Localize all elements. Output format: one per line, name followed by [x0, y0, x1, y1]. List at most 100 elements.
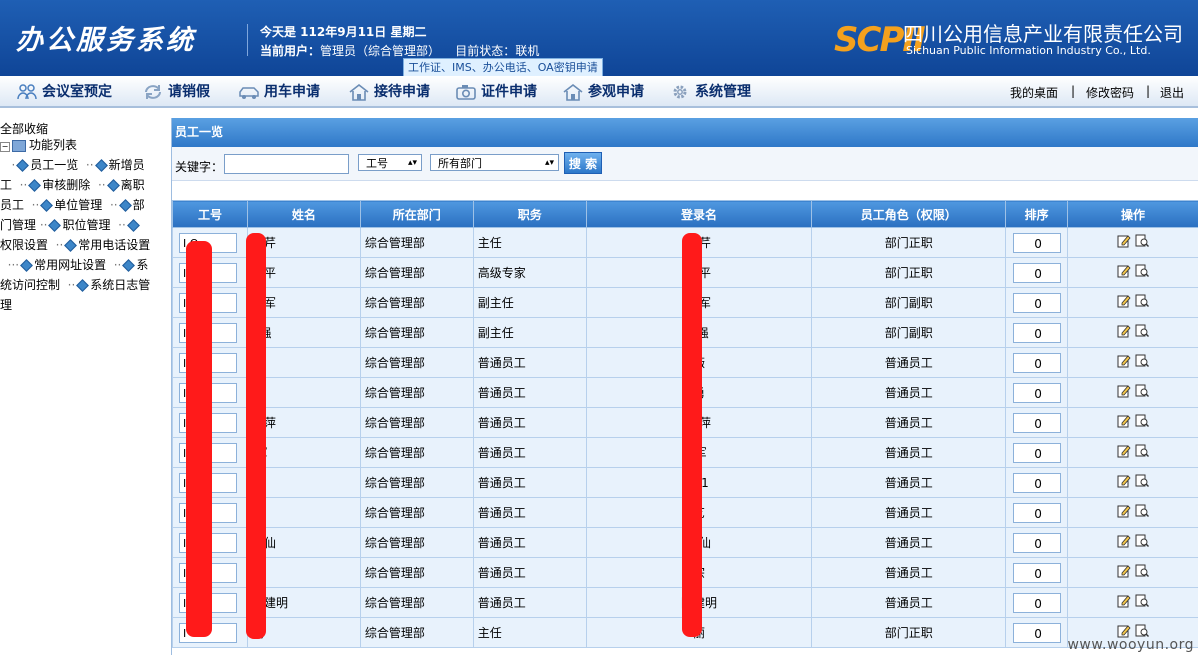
- edit-icon[interactable]: [1117, 624, 1131, 638]
- tree-collapse-all[interactable]: 全部收缩: [0, 120, 48, 137]
- department-select-value: 所有部门: [438, 157, 482, 170]
- employee-department: 综合管理部: [364, 536, 425, 550]
- sort-order-input[interactable]: 0: [1012, 352, 1061, 373]
- edit-icon[interactable]: [1117, 354, 1131, 368]
- tree-item-department-cont[interactable]: 门管理: [0, 218, 36, 232]
- sort-cell: 0: [1005, 617, 1069, 648]
- tree-connector: ··: [48, 238, 64, 252]
- diamond-icon: [106, 178, 120, 192]
- edit-icon[interactable]: [1117, 234, 1131, 248]
- tree-item-url-settings[interactable]: 常用网址设置: [34, 258, 106, 272]
- col-header-title[interactable]: 职务: [472, 200, 587, 228]
- tree-root[interactable]: − 功能列表: [0, 136, 77, 153]
- tree-item-permission-settings[interactable]: 权限设置: [0, 238, 48, 252]
- col-header-login[interactable]: 登录名: [585, 200, 813, 228]
- view-icon[interactable]: [1135, 354, 1150, 368]
- view-icon[interactable]: [1135, 414, 1150, 428]
- diamond-icon: [40, 198, 54, 212]
- tree-item-system[interactable]: 系: [136, 258, 148, 272]
- view-icon[interactable]: [1135, 324, 1150, 338]
- edit-icon[interactable]: [1117, 474, 1131, 488]
- nav-vehicle[interactable]: 用车申请: [238, 81, 320, 103]
- view-icon[interactable]: [1135, 504, 1150, 518]
- view-icon[interactable]: [1135, 534, 1150, 548]
- employee-department: 综合管理部: [364, 236, 425, 250]
- view-icon[interactable]: [1135, 564, 1150, 578]
- actions-cell: [1067, 287, 1198, 318]
- tree-item-review-delete[interactable]: 审核删除: [42, 178, 90, 192]
- role-cell: 部门正职: [811, 227, 1007, 258]
- keyword-input[interactable]: [224, 154, 349, 174]
- view-icon[interactable]: [1135, 264, 1150, 278]
- tree-item-add-employee[interactable]: 新增员: [109, 158, 145, 172]
- notice-link[interactable]: 工作证、IMS、办公电话、OA密钥申请: [403, 58, 603, 77]
- actions-cell: [1067, 227, 1198, 258]
- edit-icon[interactable]: [1117, 384, 1131, 398]
- sort-order-input[interactable]: 0: [1012, 382, 1061, 403]
- col-header-name[interactable]: 姓名: [246, 200, 361, 228]
- search-button[interactable]: 搜 索: [564, 152, 602, 174]
- tree-item-system-log-cont[interactable]: 理: [0, 298, 12, 312]
- employee-title: 副主任: [477, 296, 514, 310]
- sort-order-input[interactable]: 0: [1012, 232, 1061, 253]
- nav-reception[interactable]: 接待申请: [348, 81, 430, 103]
- sort-order-input[interactable]: 0: [1012, 592, 1061, 613]
- tree-item-system-log[interactable]: 系统日志管: [90, 278, 150, 292]
- sort-order-input[interactable]: 0: [1012, 472, 1061, 493]
- edit-icon[interactable]: [1117, 264, 1131, 278]
- collapse-toggle-icon[interactable]: −: [0, 142, 10, 152]
- tree-item-add-employee-cont[interactable]: 工: [0, 178, 12, 192]
- edit-icon[interactable]: [1117, 294, 1131, 308]
- view-icon[interactable]: [1135, 294, 1150, 308]
- view-icon[interactable]: [1135, 234, 1150, 248]
- tree-item-access-control[interactable]: 统访问控制: [0, 278, 60, 292]
- role-cell: 部门副职: [811, 287, 1007, 318]
- edit-icon[interactable]: [1117, 594, 1131, 608]
- tree-item-employee-list[interactable]: 员工一览: [30, 158, 78, 172]
- my-desktop-link[interactable]: 我的桌面: [1010, 84, 1058, 101]
- app-header: 办公服务系统 今天是 112年9月11日 星期二 当前用户：管理员（综合管理部）…: [0, 0, 1198, 77]
- edit-icon[interactable]: [1117, 504, 1131, 518]
- edit-icon[interactable]: [1117, 414, 1131, 428]
- col-header-sort[interactable]: 排序: [1005, 200, 1069, 228]
- nav-visit[interactable]: 参观申请: [562, 81, 644, 103]
- view-icon[interactable]: [1135, 384, 1150, 398]
- sort-order-input[interactable]: 0: [1012, 292, 1061, 313]
- tree-item-phone-settings[interactable]: 常用电话设置: [78, 238, 150, 252]
- col-header-role[interactable]: 员工角色（权限）: [811, 200, 1007, 228]
- sort-order-input[interactable]: 0: [1012, 412, 1061, 433]
- edit-icon[interactable]: [1117, 324, 1131, 338]
- department-select[interactable]: 所有部门 ▴▾: [430, 154, 559, 171]
- tree-item-position-management[interactable]: 职位管理: [62, 218, 110, 232]
- nav-meeting-room[interactable]: 会议室预定: [16, 81, 112, 103]
- sort-order-input[interactable]: 0: [1012, 562, 1061, 583]
- sort-order-input[interactable]: 0: [1012, 622, 1061, 643]
- sort-order-input[interactable]: 0: [1012, 532, 1061, 553]
- change-password-link[interactable]: 修改密码: [1086, 84, 1134, 101]
- edit-icon[interactable]: [1117, 564, 1131, 578]
- sort-cell: 0: [1005, 227, 1069, 258]
- edit-icon[interactable]: [1117, 534, 1131, 548]
- view-icon[interactable]: [1135, 444, 1150, 458]
- role-cell: 普通员工: [811, 347, 1007, 378]
- logout-link[interactable]: 退出: [1160, 84, 1184, 101]
- view-icon[interactable]: [1135, 624, 1150, 638]
- field-select[interactable]: 工号 ▴▾: [358, 154, 422, 171]
- view-icon[interactable]: [1135, 474, 1150, 488]
- sort-order-input[interactable]: 0: [1012, 502, 1061, 523]
- nav-leave[interactable]: 请销假: [142, 81, 210, 103]
- sort-order-input[interactable]: 0: [1012, 322, 1061, 343]
- nav-certificate[interactable]: 证件申请: [455, 81, 537, 103]
- tree-item-resigned[interactable]: 离职: [121, 178, 145, 192]
- view-icon[interactable]: [1135, 594, 1150, 608]
- edit-icon[interactable]: [1117, 444, 1131, 458]
- tree-item-department[interactable]: 部: [133, 198, 145, 212]
- nav-system-admin[interactable]: 系统管理: [669, 81, 751, 103]
- car-icon: [239, 87, 259, 99]
- col-header-id[interactable]: 工号: [172, 200, 248, 228]
- col-header-department[interactable]: 所在部门: [359, 200, 474, 228]
- tree-item-resigned-cont[interactable]: 员工: [0, 198, 24, 212]
- sort-order-input[interactable]: 0: [1012, 262, 1061, 283]
- sort-order-input[interactable]: 0: [1012, 442, 1061, 463]
- tree-item-unit-management[interactable]: 单位管理: [54, 198, 102, 212]
